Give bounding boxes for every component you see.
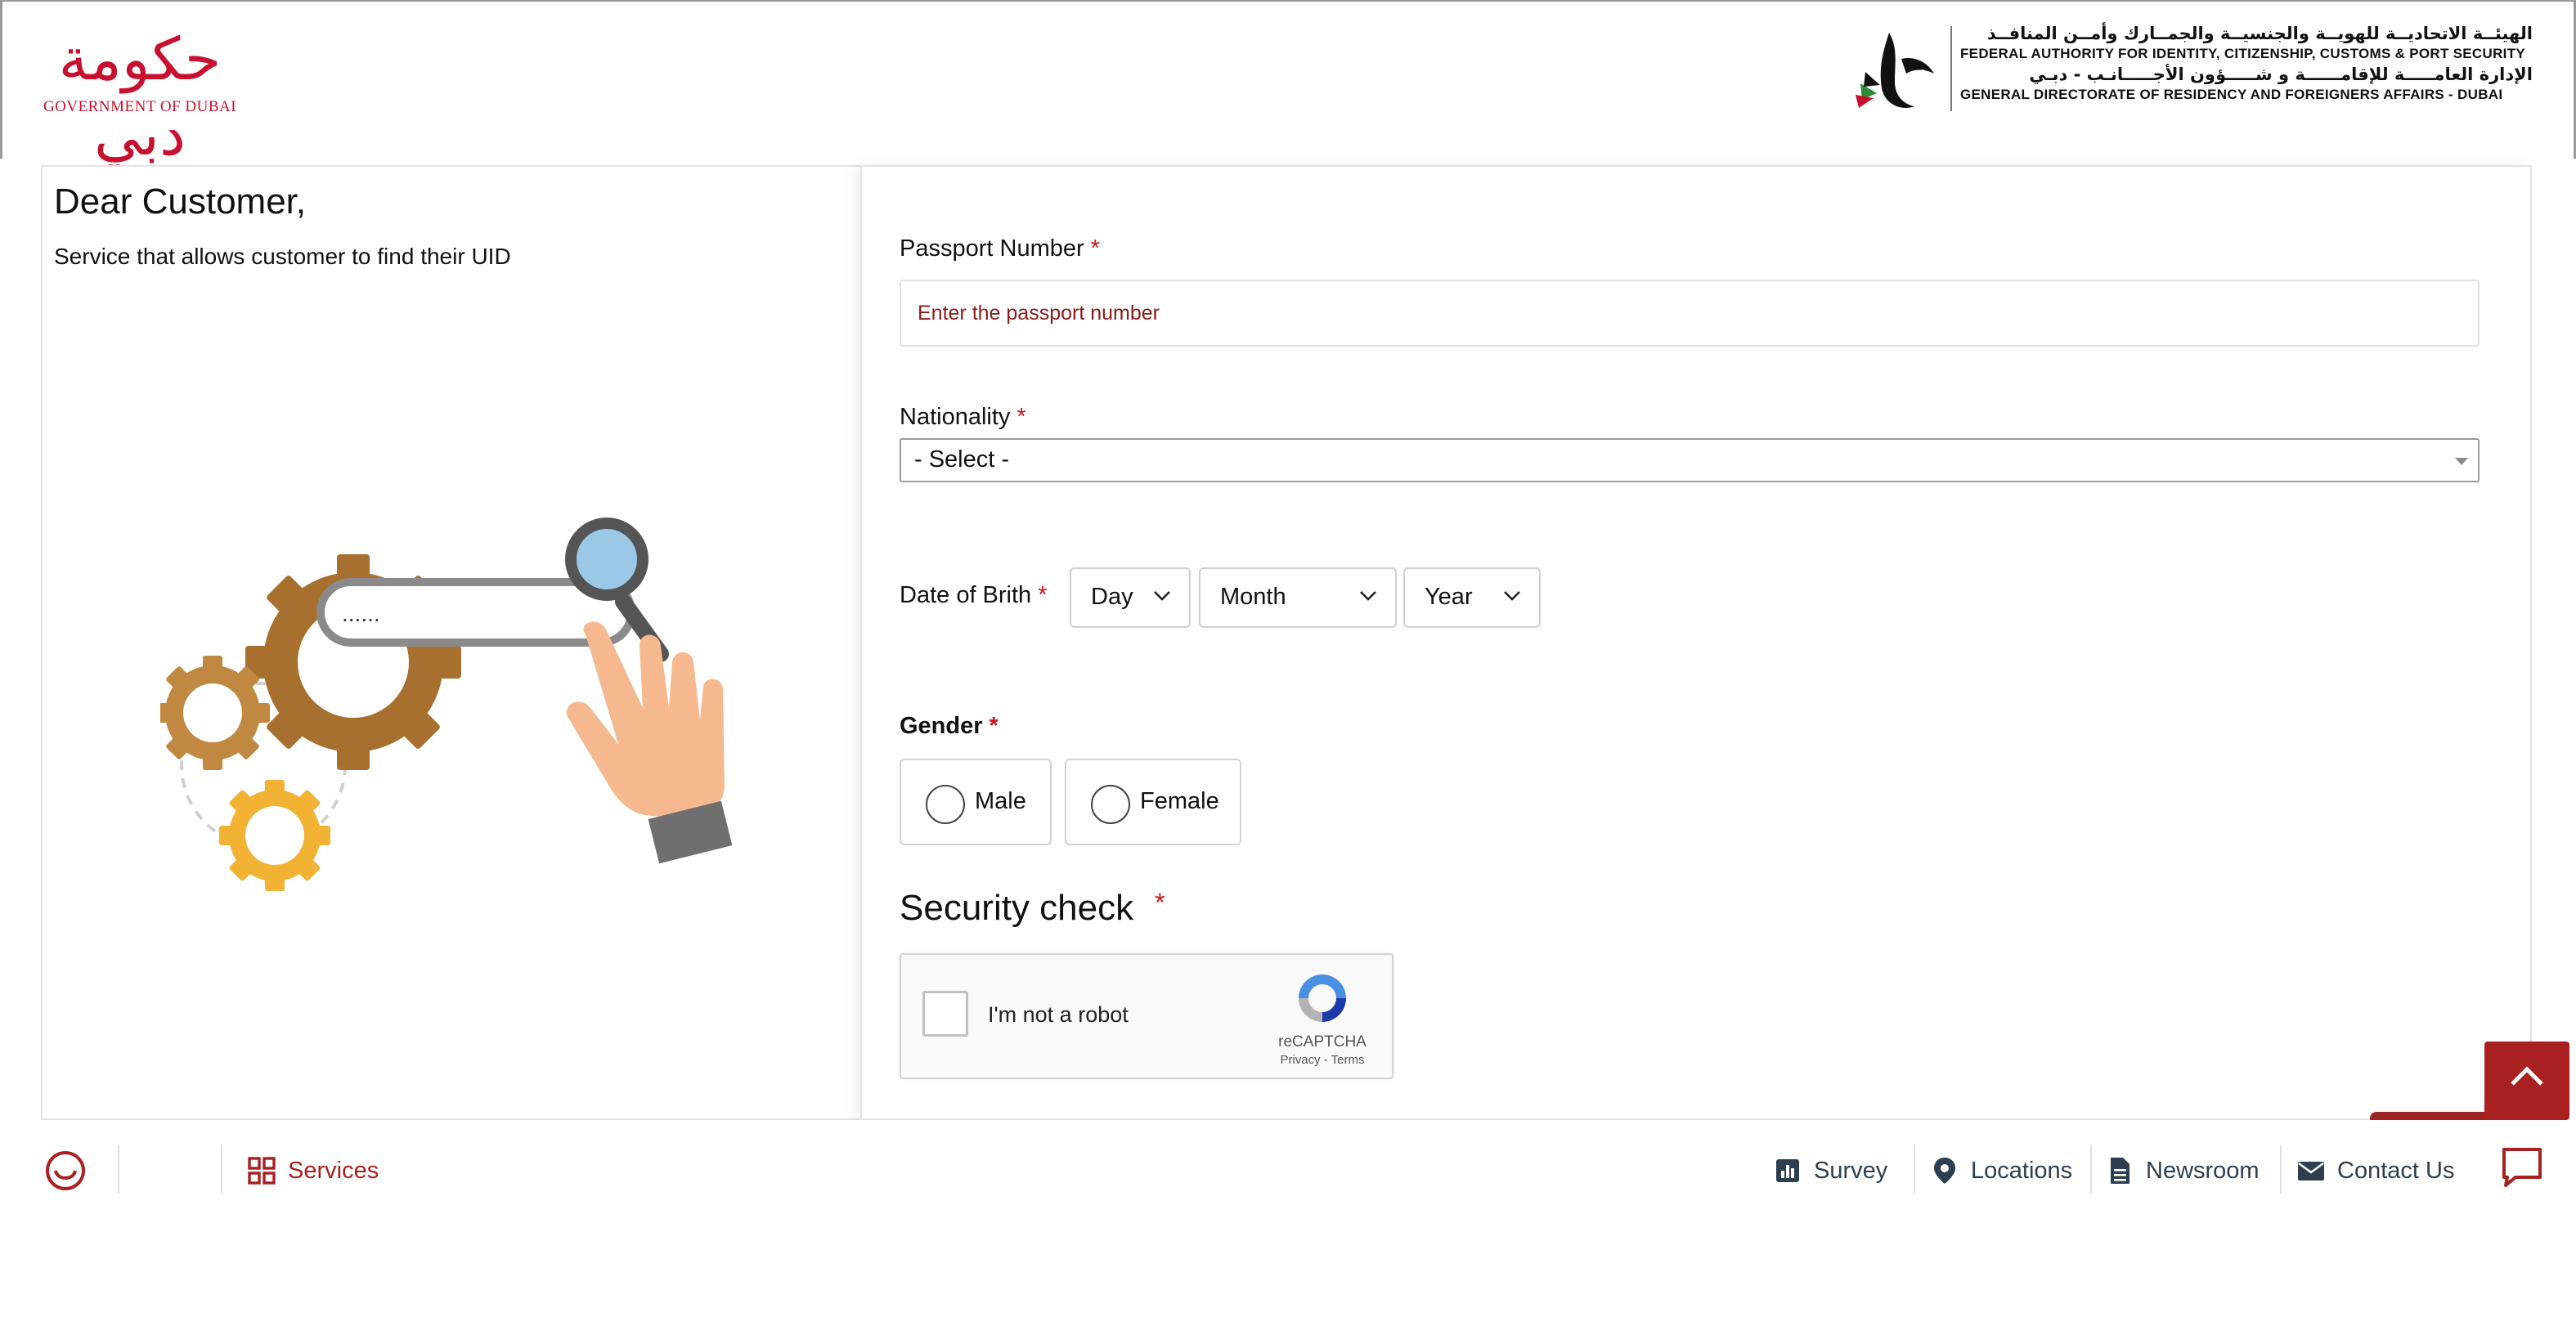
nationality-select[interactable]: - Select - [900,438,2480,482]
gov-logo-arabic-text: حكومة دبي [58,25,222,168]
dob-month-value: Month [1220,584,1286,610]
illustration-search-text: ...... [342,601,380,626]
contact-envelope-icon [2298,1162,2324,1180]
pointing-hand [566,621,725,818]
ica-line-arabic-1: الهيئــة الاتحاديــة للهويــة والجنسيــة… [1986,24,2533,43]
required-mark: * [1016,404,1026,430]
ica-logo-divider [1950,26,1952,111]
caret-down-icon [2455,458,2468,465]
ica-line-arabic-2: الإدارة العامـــــة للإقامــــــة و شـــ… [2029,65,2533,84]
gear-yellow-icon [219,780,330,891]
passport-number-input[interactable] [900,280,2480,347]
recaptcha-brand: reCAPTCHA [1278,1033,1367,1051]
newsroom-document-icon [2111,1158,2129,1184]
back-to-top-button[interactable] [2484,1042,2569,1120]
service-description: Service that allows customer to find the… [54,244,511,269]
footer-survey-label: Survey [1814,1158,1888,1184]
dob-label-text: Date of Brith [900,582,1032,608]
radio-button[interactable] [1091,785,1130,824]
footer-separator [2090,1145,2092,1194]
recaptcha-checkbox[interactable] [922,991,968,1037]
chevron-down-icon [1360,591,1376,601]
nationality-label: Nationality * [900,404,1026,431]
recaptcha-label: I'm not a robot [988,1002,1129,1027]
government-of-dubai-logo[interactable]: حكومة دبي GOVERNMENT OF DUBAI [38,21,242,168]
feedback-smiley-icon[interactable] [43,1148,88,1194]
nationality-label-text: Nationality [900,404,1011,430]
falcon-emblem-icon [1856,33,1934,108]
footer-services-label: Services [288,1158,379,1184]
gov-logo-caption: GOVERNMENT OF DUBAI [43,98,237,115]
required-mark: * [989,713,999,739]
footer-separator [118,1145,119,1194]
gender-label: Gender * [900,713,999,740]
dob-day-value: Day [1091,584,1133,610]
recaptcha-logo-icon [1299,974,1346,1022]
site-header: حكومة دبي GOVERNMENT OF DUBAI الهيئــة ا… [0,0,2576,168]
recaptcha-widget: I'm not a robot reCAPTCHA Privacy - Term… [900,953,1393,1079]
footer-separator [2280,1145,2282,1194]
gender-option-label: Female [1140,788,1219,814]
security-check-title: Security check [900,888,1134,928]
dob-month-select[interactable]: Month [1199,567,1397,628]
gender-label-text: Gender [900,713,983,739]
search-illustration: ...... [160,517,733,891]
chevron-down-icon [1154,591,1170,601]
footer-toolbar: Services Survey Locations Newsroom Conta… [0,1120,2576,1218]
passport-label: Passport Number * [900,235,1100,262]
chat-bubble-icon[interactable] [2499,1145,2545,1190]
gender-option-male[interactable]: Male [900,759,1052,845]
nationality-selected-value: - Select - [914,446,1010,473]
radio-button[interactable] [926,785,965,824]
gear-small-icon [160,656,270,770]
page: حكومة دبي GOVERNMENT OF DUBAI الهيئــة ا… [0,0,2576,1344]
ica-line-english-2: GENERAL DIRECTORATE OF RESIDENCY AND FOR… [1960,87,2503,102]
chevron-down-icon [1504,591,1520,601]
magnifier-lens [565,517,648,601]
greeting-heading: Dear Customer, [54,181,307,222]
footer-separator [221,1145,222,1194]
footer-contact-label: Contact Us [2337,1158,2455,1184]
footer-newsroom-label: Newsroom [2146,1158,2260,1184]
header-left-border [0,2,2,159]
dob-year-value: Year [1425,584,1473,610]
required-mark: * [1038,582,1048,608]
gender-option-label: Male [975,788,1026,814]
footer-separator [1914,1145,1915,1194]
footer-locations-label: Locations [1971,1158,2073,1184]
dob-label: Date of Brith * [900,582,1047,609]
required-mark: * [1155,888,1165,917]
chevron-up-icon [2511,1066,2543,1086]
ica-logo-text: الهيئــة الاتحاديــة للهويــة والجنسيــة… [1960,23,2533,105]
dob-year-select[interactable]: Year [1403,567,1541,628]
required-mark: * [1090,235,1100,262]
dob-day-select[interactable]: Day [1070,567,1191,628]
security-check-heading: Security check * [900,888,1165,929]
services-grid-icon [248,1157,276,1185]
recaptcha-privacy-terms-links[interactable]: Privacy - Terms [1261,1053,1384,1067]
federal-authority-logo[interactable]: الهيئــة الاتحاديــة للهويــة والجنسيــة… [1844,23,2533,121]
ica-line-english-1: FEDERAL AUTHORITY FOR IDENTITY, CITIZENS… [1960,46,2526,61]
survey-chart-icon [1776,1159,1799,1182]
passport-label-text: Passport Number [900,235,1084,262]
gender-option-female[interactable]: Female [1065,759,1241,845]
location-pin-icon [1934,1158,1955,1184]
